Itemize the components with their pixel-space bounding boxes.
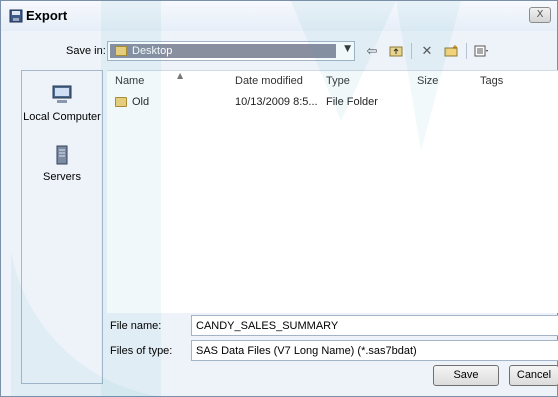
file-type-label: Files of type: — [110, 345, 173, 357]
close-button[interactable]: X — [529, 7, 551, 23]
toolbar-separator — [466, 43, 467, 59]
title-bar: Export X — [1, 1, 557, 31]
cancel-button[interactable]: Cancel — [509, 365, 558, 386]
file-name-input[interactable]: CANDY_SALES_SUMMARY — [191, 315, 558, 336]
file-date: 10/13/2009 8:5... — [235, 96, 318, 108]
server-icon — [22, 145, 102, 168]
folder-icon — [115, 97, 127, 107]
file-name-label: File name: — [110, 320, 162, 332]
toolbar-separator — [411, 43, 412, 59]
column-header-type[interactable]: Type — [326, 75, 350, 87]
places-bar: Local Computer Servers — [21, 70, 103, 384]
save-in-selected: Desktop — [110, 44, 336, 58]
table-row[interactable]: Old 10/13/2009 8:5... File Folder — [107, 95, 558, 111]
save-button-label: Save — [453, 369, 479, 381]
up-folder-icon[interactable] — [387, 42, 405, 60]
save-button[interactable]: Save — [433, 365, 499, 386]
file-name: Old — [132, 96, 150, 108]
back-icon[interactable]: ⇦ — [363, 42, 381, 60]
new-folder-icon[interactable] — [442, 42, 460, 60]
file-list: Name ▲ Date modified Type Size Tags Old … — [107, 70, 558, 313]
desktop-folder-icon — [115, 46, 127, 56]
delete-icon[interactable]: ✕ — [418, 42, 436, 60]
place-label: Servers — [43, 171, 81, 183]
save-in-label: Save in: — [66, 45, 106, 57]
file-type-select[interactable]: SAS Data Files (V7 Long Name) (*.sas7bda… — [191, 340, 558, 361]
column-header-date[interactable]: Date modified — [235, 75, 303, 87]
file-type: File Folder — [326, 96, 378, 108]
toolbar: ⇦ ✕ — [363, 41, 491, 61]
save-in-dropdown[interactable]: Desktop ▼ — [107, 41, 355, 61]
sort-ascending-icon: ▲ — [177, 71, 184, 80]
computer-icon — [22, 85, 102, 108]
place-label: Local Computer — [23, 111, 101, 123]
place-local-computer[interactable]: Local Computer — [22, 85, 102, 123]
place-servers[interactable]: Servers — [22, 145, 102, 183]
cancel-button-label: Cancel — [516, 369, 552, 381]
chevron-down-icon[interactable]: ▼ — [344, 44, 351, 54]
close-icon: X — [536, 9, 544, 20]
views-icon[interactable] — [473, 42, 491, 60]
export-icon — [9, 9, 23, 23]
save-in-value: Desktop — [132, 45, 173, 57]
column-header-tags[interactable]: Tags — [480, 75, 503, 87]
column-header-name[interactable]: Name — [115, 75, 144, 87]
window-title: Export — [26, 8, 68, 23]
column-header-size[interactable]: Size — [417, 75, 438, 87]
export-dialog: Export X Save in: Desktop ▼ ⇦ ✕ Local Co… — [0, 0, 558, 397]
